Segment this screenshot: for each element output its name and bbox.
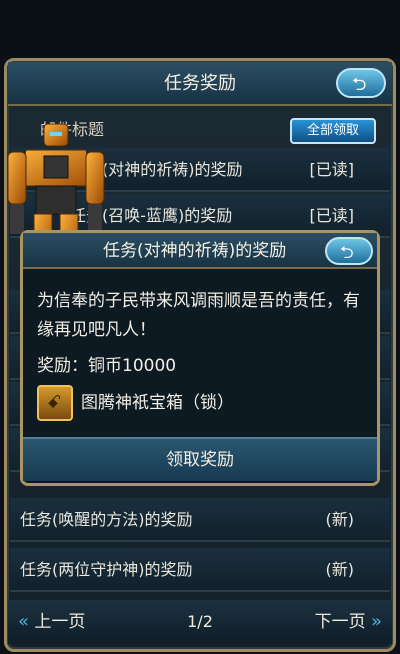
double-chevron-right-icon: » (370, 611, 382, 632)
reward-text: 奖励：铜币10000 (37, 356, 177, 376)
treasure-chest-icon: ꗃ (37, 385, 73, 421)
list-item[interactable]: 任务(两位守护神)的奖励 (新) (10, 548, 390, 592)
prev-page-button[interactable]: « 上一页 (18, 600, 85, 644)
list-item-status: [已读] (309, 160, 355, 179)
window-title: 任务奖励 (164, 73, 236, 94)
status-bar (0, 0, 400, 58)
double-chevron-left-icon: « (18, 611, 30, 632)
pagination-bar: 1/2 « 上一页 下一页 » (8, 600, 392, 644)
back-arrow-icon: ⮌ (340, 243, 354, 263)
back-arrow-icon: ⮌ (352, 74, 367, 95)
dialog-title: 任务(对神的祈祷)的奖励 (103, 241, 287, 261)
reward-item-name: 图腾神祇宝箱（锁） (81, 393, 234, 413)
back-button[interactable]: ⮌ (336, 68, 386, 98)
list-item[interactable]: 任务(唤醒的方法)的奖励 (新) (10, 498, 390, 542)
dialog-description: 为信奉的子民带来风调雨顺是吾的责任，有缘再见吧凡人！ (37, 291, 360, 340)
prev-page-label: 上一页 (34, 612, 86, 632)
list-item-title: 任务(两位守护神)的奖励 (20, 560, 193, 579)
dialog-back-button[interactable]: ⮌ (325, 237, 373, 265)
list-item-status: (新) (325, 560, 355, 579)
receive-all-button[interactable]: 全部领取 (290, 118, 376, 144)
claim-reward-button[interactable]: 领取奖励 (23, 437, 377, 481)
reward-dialog: 任务(对神的祈祷)的奖励 ⮌ 为信奉的子民带来风调雨顺是吾的责任，有缘再见吧凡人… (20, 230, 380, 486)
list-item-title: 任务(唤醒的方法)的奖励 (20, 510, 193, 529)
next-page-button[interactable]: 下一页 » (315, 600, 382, 644)
list-item-status: (新) (325, 510, 355, 529)
next-page-label: 下一页 (314, 612, 366, 632)
dialog-header: 任务(对神的祈祷)的奖励 ⮌ (23, 233, 377, 269)
window-header: 任务奖励 ⮌ (8, 62, 392, 106)
